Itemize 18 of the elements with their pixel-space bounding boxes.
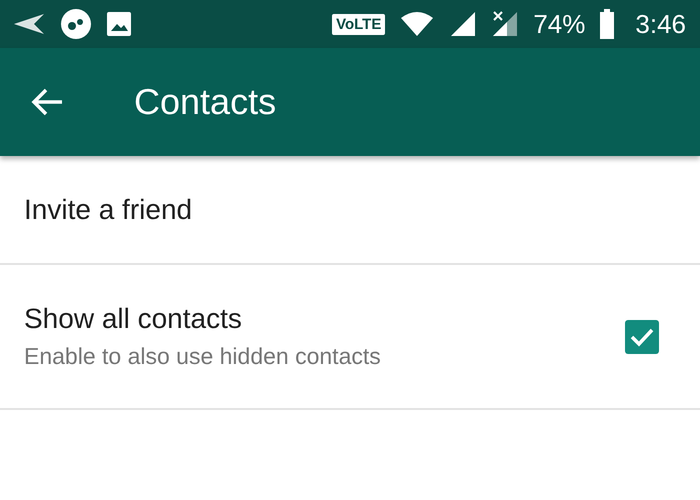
back-arrow-icon[interactable] <box>30 87 64 117</box>
signal-icon <box>491 10 520 38</box>
settings-item[interactable]: Show all contacts Enable to also use hidden contacts <box>0 265 700 410</box>
battery-percentage: 74% <box>533 8 586 40</box>
wifi-icon <box>399 10 436 38</box>
setting-description: Enable to also use hidden contacts <box>24 343 382 370</box>
notification-icon <box>60 8 92 40</box>
send-icon <box>12 12 46 36</box>
battery-icon <box>599 9 616 39</box>
checkbox[interactable] <box>624 318 660 354</box>
setting-title: Invite a friend <box>24 194 194 226</box>
volte-badge: VoLTE <box>332 14 386 34</box>
setting-title: Show all contacts <box>24 303 243 335</box>
image-icon <box>106 11 132 37</box>
clock-time: 3:46 <box>635 8 686 40</box>
settings-item[interactable]: Invite a friend <box>0 156 700 265</box>
signal-icon <box>449 10 478 38</box>
screen-title: Contacts <box>134 81 276 123</box>
